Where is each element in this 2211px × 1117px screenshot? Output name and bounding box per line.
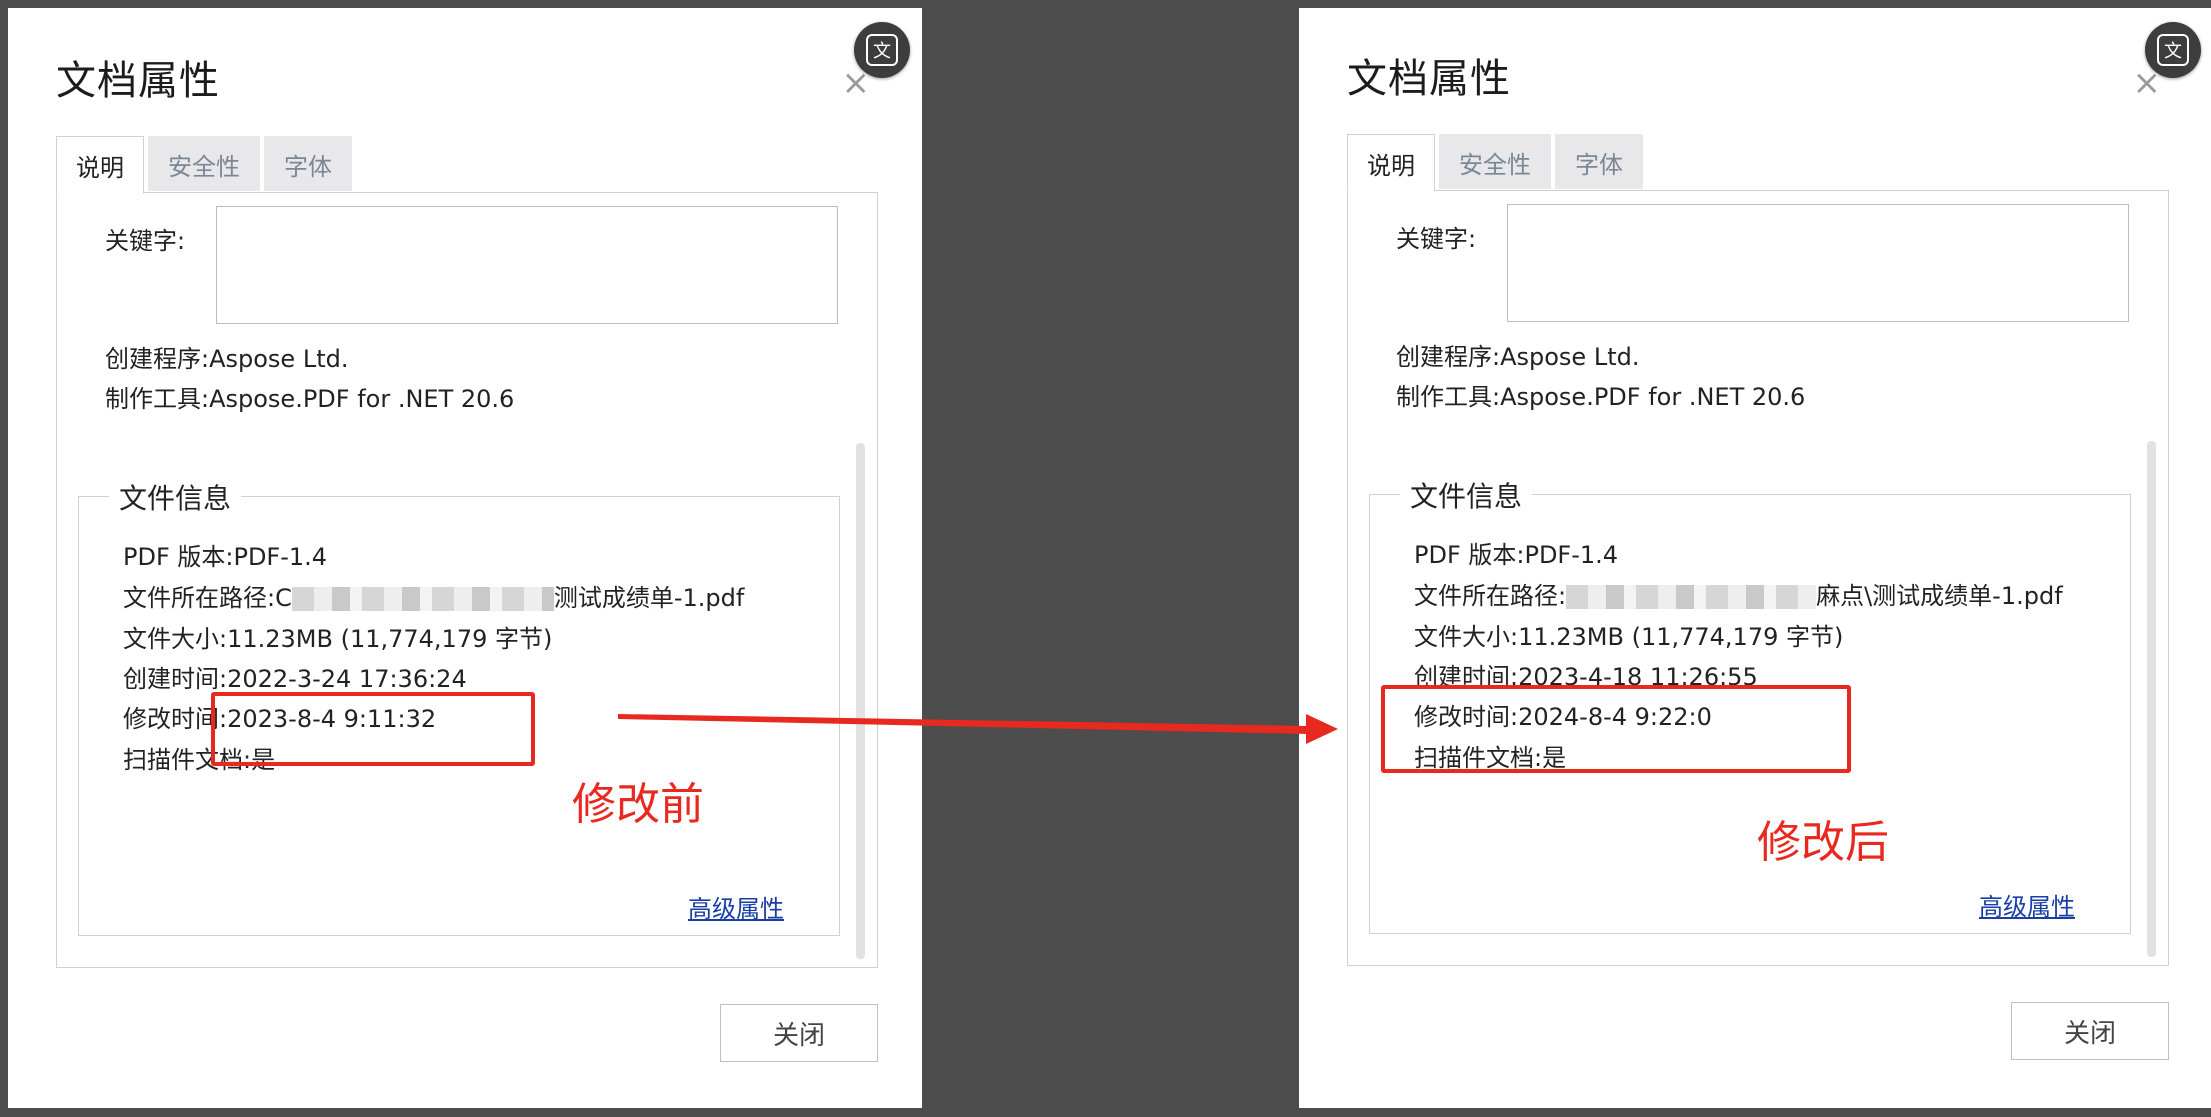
scrollbar[interactable] <box>856 443 865 959</box>
tab-security[interactable]: 安全性 <box>148 136 260 191</box>
keywords-label: 关键字: <box>1396 225 1477 253</box>
pdf-version-text: PDF 版本:PDF-1.4 <box>1414 541 1619 569</box>
tab-description[interactable]: 说明 <box>56 136 144 194</box>
tab-bar: 说明 安全性 字体 <box>56 136 356 194</box>
scrollbar[interactable] <box>2147 441 2156 957</box>
producer-text: 制作工具:Aspose.PDF for .NET 20.6 <box>1396 383 1806 411</box>
dialog-title: 文档属性 <box>1347 56 1511 102</box>
file-path-text: 文件所在路径: 麻点\测试成绩单-1.pdf <box>1414 576 2063 611</box>
dialog-title: 文档属性 <box>56 58 220 104</box>
translate-glyph: 文 <box>2157 34 2189 66</box>
advanced-properties-link[interactable]: 高级属性 <box>1979 887 2075 922</box>
created-time-text: 创建时间:2022-3-24 17:36:24 <box>123 665 467 693</box>
file-path-suffix: 测试成绩单-1.pdf <box>553 584 745 612</box>
file-path-prefix: 文件所在路径: <box>1414 582 1567 610</box>
file-info-legend: 文件信息 <box>1400 475 1533 515</box>
tab-description[interactable]: 说明 <box>1347 134 1435 192</box>
annotation-after: 修改后 <box>1757 817 1889 868</box>
producer-text: 制作工具:Aspose.PDF for .NET 20.6 <box>105 385 515 413</box>
redacted-path <box>291 587 554 611</box>
keywords-label: 关键字: <box>105 227 186 255</box>
translate-glyph: 文 <box>866 34 898 66</box>
tab-bar: 说明 安全性 字体 <box>1347 134 1647 192</box>
highlight-created-before <box>211 692 535 766</box>
translate-icon[interactable]: 文 <box>854 22 910 78</box>
file-size-text: 文件大小:11.23MB (11,774,179 字节) <box>123 625 553 653</box>
redacted-path <box>1566 585 1817 609</box>
file-path-text: 文件所在路径:C 测试成绩单-1.pdf <box>123 578 744 613</box>
file-info-legend: 文件信息 <box>109 477 242 517</box>
annotation-before: 修改前 <box>572 779 704 830</box>
highlight-created-after <box>1381 685 1851 773</box>
document-properties-dialog-after: 文档属性 × 文 说明 安全性 字体 关键字: 创建程序:Aspose Ltd.… <box>1299 8 2211 1108</box>
creator-text: 创建程序:Aspose Ltd. <box>105 345 349 373</box>
tab-security[interactable]: 安全性 <box>1439 134 1551 189</box>
document-properties-dialog-before: 文档属性 × 文 说明 安全性 字体 关键字: 创建程序:Aspose Ltd.… <box>8 8 922 1108</box>
keywords-field[interactable] <box>216 206 838 324</box>
creator-text: 创建程序:Aspose Ltd. <box>1396 343 1640 371</box>
file-path-suffix: 麻点\测试成绩单-1.pdf <box>1816 582 2063 610</box>
tab-fonts[interactable]: 字体 <box>1555 134 1643 189</box>
close-button[interactable]: 关闭 <box>720 1004 878 1062</box>
advanced-properties-link[interactable]: 高级属性 <box>688 889 784 924</box>
pdf-version-text: PDF 版本:PDF-1.4 <box>123 543 328 571</box>
tab-panel: 关键字: 创建程序:Aspose Ltd. 制作工具:Aspose.PDF fo… <box>56 192 878 968</box>
tab-fonts[interactable]: 字体 <box>264 136 352 191</box>
keywords-field[interactable] <box>1507 204 2129 322</box>
file-path-prefix: 文件所在路径:C <box>123 584 292 612</box>
translate-icon[interactable]: 文 <box>2145 22 2201 78</box>
file-size-text: 文件大小:11.23MB (11,774,179 字节) <box>1414 623 1844 651</box>
close-button[interactable]: 关闭 <box>2011 1002 2169 1060</box>
